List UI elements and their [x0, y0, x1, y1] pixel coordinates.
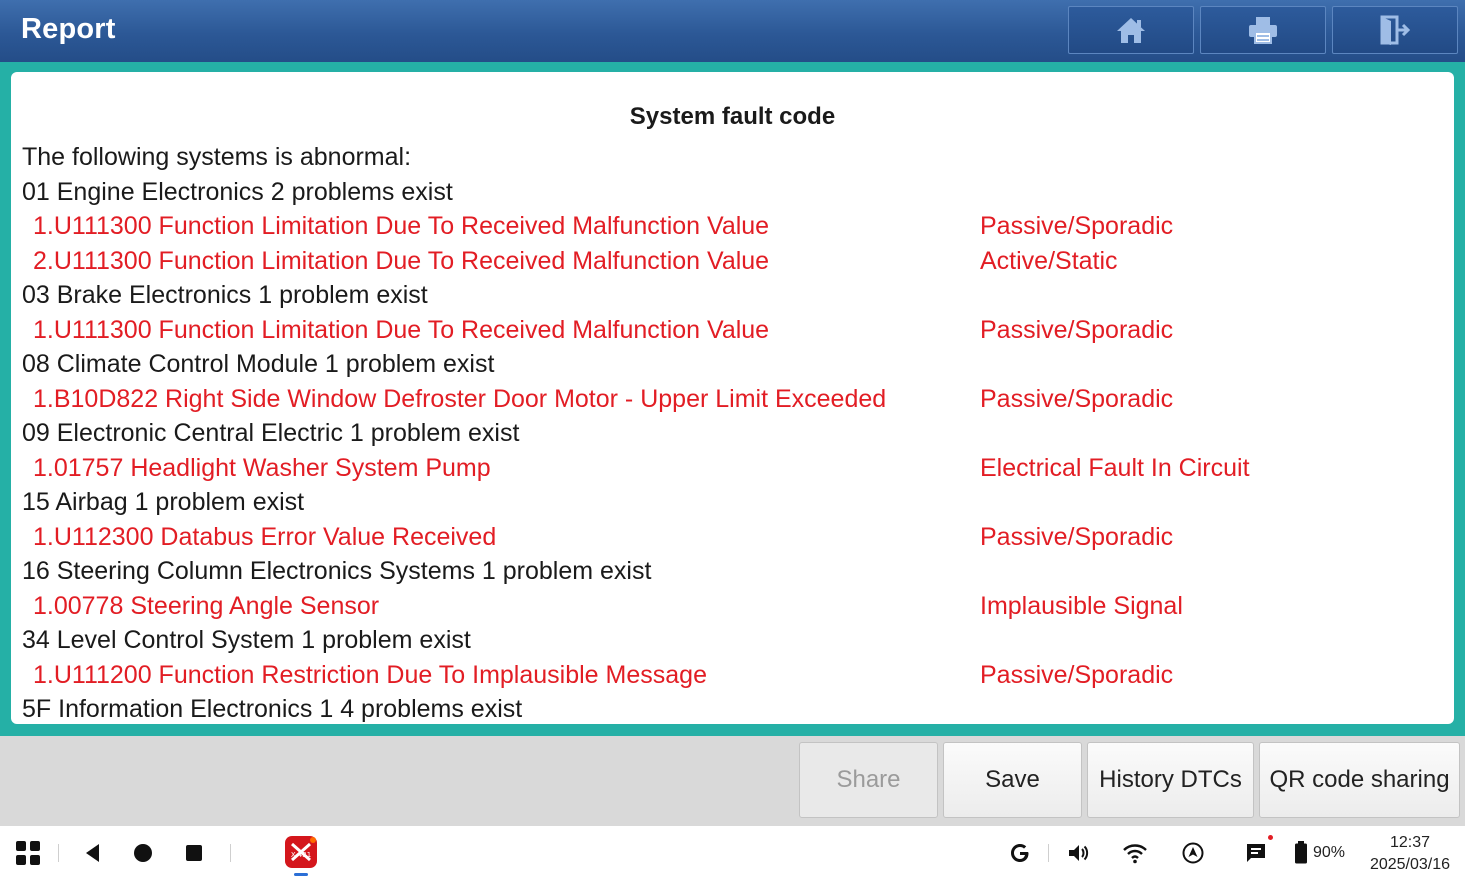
system-line: 08 Climate Control Module 1 problem exis… — [22, 350, 495, 378]
battery-percentage: 90% — [1313, 844, 1346, 861]
fault-code: 2.U111300 Function Limitation Due To Rec… — [33, 246, 770, 275]
fault-code: 1.U111200 Function Restriction Due To Im… — [33, 660, 707, 689]
clock-date: 2025/03/16 — [1369, 856, 1451, 873]
exit-door-icon — [1380, 15, 1411, 45]
printer-icon — [1249, 17, 1277, 44]
home-button[interactable] — [1068, 6, 1194, 54]
fault-code: 1.U111300 Function Limitation Due To Rec… — [33, 212, 770, 240]
home-icon — [1117, 18, 1145, 43]
fault-code-row: 1.00778 Steering Angle Sensor Implausible… — [22, 591, 1442, 626]
notification-dot — [1268, 835, 1273, 840]
system-line: 16 Steering Column Electronics Systems 1… — [22, 557, 652, 585]
report-lines: The following systems is abnormal: 01 En… — [22, 142, 1442, 724]
system-line: 34 Level Control System 1 problem exist — [22, 626, 471, 654]
home-circle-icon[interactable] — [132, 842, 154, 864]
battery-icon — [1294, 840, 1308, 864]
fault-code: 1.00778 Steering Angle Sensor — [33, 591, 380, 620]
fault-code-row: 1.01757 Headlight Washer System Pump Elec… — [22, 453, 1442, 488]
share-button[interactable]: Share — [799, 742, 938, 818]
exit-button[interactable] — [1332, 6, 1458, 54]
clock-time: 12:37 — [1389, 834, 1431, 851]
fault-code-row: 1.U111300 Function Limitation Due To Rec… — [22, 315, 1442, 350]
back-icon[interactable] — [82, 842, 104, 864]
system-nav-bar: X-431 90% 12:37 2025/03/16 — [0, 826, 1465, 879]
svg-text:X-431: X-431 — [291, 851, 311, 859]
fault-code: 1.B10D822 Right Side Window Defroster Do… — [33, 384, 887, 413]
fault-code: 1.U112300 Databus Error Value Received — [33, 522, 497, 551]
navigation-icon[interactable] — [1181, 841, 1205, 865]
fault-status: Passive/Sporadic — [980, 522, 1174, 551]
report-heading: System fault code — [629, 103, 836, 130]
action-bar: Share Save History DTCs QR code sharing — [0, 736, 1465, 826]
fault-status: Passive/Sporadic — [980, 384, 1174, 413]
system-line: 09 Electronic Central Electric 1 problem… — [22, 419, 520, 447]
fault-status: Implausible Signal — [980, 591, 1183, 620]
system-line: 15 Airbag 1 problem exist — [22, 488, 305, 516]
fault-status: Active/Static — [980, 246, 1118, 275]
report-panel[interactable]: System fault code The following systems … — [11, 72, 1454, 724]
fault-code-row: 1.B10D822 Right Side Window Defroster Do… — [22, 384, 1442, 419]
app-grid-icon[interactable] — [14, 839, 42, 867]
clock: 12:37 2025/03/16 — [1364, 832, 1456, 876]
wifi-icon[interactable] — [1122, 841, 1148, 865]
fault-status: Passive/Sporadic — [980, 660, 1174, 689]
title-bar: Report — [0, 0, 1465, 62]
message-icon[interactable] — [1244, 841, 1268, 865]
fault-code-row: 2.U111300 Function Limitation Due To Rec… — [22, 246, 1442, 281]
fault-code: 1.U111300 Function Limitation Due To Rec… — [33, 315, 770, 344]
app-running-indicator — [294, 873, 308, 876]
system-line: 01 Engine Electronics 2 problems exist — [22, 177, 453, 206]
google-icon[interactable] — [1008, 841, 1032, 865]
fault-code-row: 1.U112300 Databus Error Value Received Pa… — [22, 522, 1442, 557]
fault-status: Passive/Sporadic — [980, 315, 1174, 344]
fault-code-row: 1.U111200 Function Restriction Due To Im… — [22, 660, 1442, 695]
history-dtcs-button[interactable]: History DTCs — [1087, 742, 1254, 818]
system-line: 5F Information Electronics 1 4 problems … — [22, 695, 523, 723]
volume-icon[interactable] — [1066, 841, 1090, 865]
fault-status: Electrical Fault In Circuit — [980, 453, 1250, 482]
system-line: 03 Brake Electronics 1 problem exist — [22, 281, 428, 309]
fault-code: 1.01757 Headlight Washer System Pump — [33, 453, 491, 482]
report-intro: The following systems is abnormal: — [22, 143, 412, 171]
print-button[interactable] — [1200, 6, 1326, 54]
fault-status: Passive/Sporadic — [980, 212, 1174, 240]
qr-code-sharing-button[interactable]: QR code sharing — [1259, 742, 1460, 818]
x431-app-icon[interactable]: X-431 — [284, 835, 318, 869]
fault-code-row: 1.U111300 Function Limitation Due To Rec… — [22, 211, 1442, 246]
save-button[interactable]: Save — [943, 742, 1082, 818]
recents-icon[interactable] — [184, 843, 204, 863]
page-title: Report — [21, 13, 116, 45]
